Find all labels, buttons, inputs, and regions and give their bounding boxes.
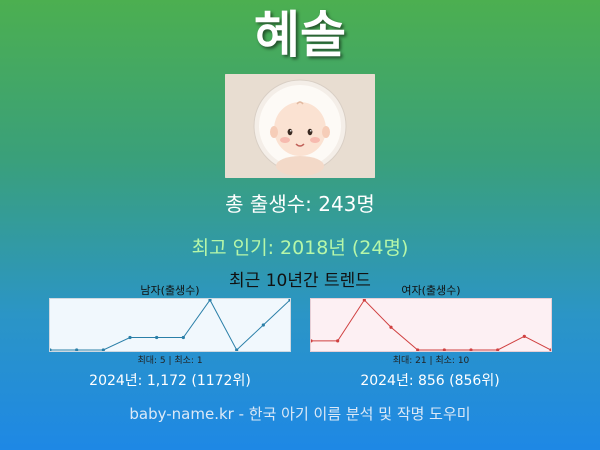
male-data-point bbox=[128, 335, 132, 340]
male-data-point bbox=[181, 335, 185, 340]
female-chart-svg bbox=[311, 299, 551, 351]
male-data-point bbox=[50, 348, 52, 351]
total-births-text: 총 출생수: 243명 bbox=[225, 192, 375, 216]
female-data-point bbox=[469, 348, 473, 351]
female-2024-summary: 2024년: 856 (856위) bbox=[360, 373, 500, 389]
male-trend-chart: 남자(출생수) 최대: 5 | 최소: 1 bbox=[49, 283, 291, 368]
female-chart-label: 여자(출생수) bbox=[401, 284, 461, 297]
peak-popularity-text: 최고 인기: 2018년 (24명) bbox=[191, 237, 409, 259]
baby-avatar-image bbox=[225, 74, 375, 178]
female-data-point bbox=[389, 325, 393, 329]
female-trend-chart: 여자(출생수) 최대: 21 | 최소: 10 bbox=[310, 283, 552, 368]
female-data-point bbox=[496, 348, 500, 351]
male-data-point bbox=[155, 335, 159, 340]
female-data-point bbox=[311, 339, 313, 343]
male-chart-svg bbox=[50, 299, 290, 351]
female-data-point bbox=[442, 348, 446, 351]
male-series-line bbox=[50, 299, 290, 351]
baby-face-icon bbox=[225, 74, 375, 178]
male-data-point bbox=[75, 348, 79, 351]
male-chart-label: 남자(출생수) bbox=[140, 284, 200, 297]
female-data-point bbox=[522, 334, 526, 338]
male-data-point bbox=[101, 348, 105, 351]
baby-name-title: 혜솔 bbox=[254, 6, 346, 64]
site-footer-text[interactable]: baby-name.kr - 한국 아기 이름 분석 및 작명 도우미 bbox=[0, 403, 600, 424]
female-chart-range: 최대: 21 | 최소: 10 bbox=[392, 356, 470, 366]
male-chart-range: 최대: 5 | 최소: 1 bbox=[137, 356, 203, 366]
male-2024-summary: 2024년: 1,172 (1172위) bbox=[89, 373, 251, 389]
female-data-point bbox=[336, 339, 340, 343]
male-chart-plot-area bbox=[49, 298, 291, 352]
male-data-point bbox=[261, 323, 265, 327]
female-series-line bbox=[311, 299, 551, 351]
female-chart-plot-area bbox=[310, 298, 552, 352]
